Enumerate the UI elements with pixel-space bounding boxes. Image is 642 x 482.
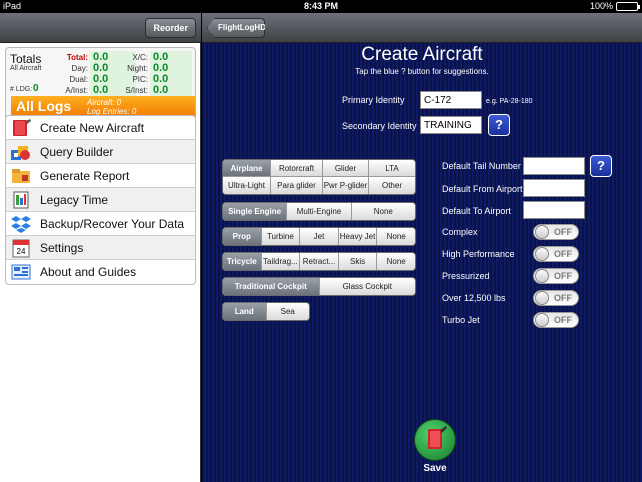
cockpit-glass[interactable]: Glass Cockpit (319, 278, 415, 295)
tail-number-help-button[interactable]: ? (590, 155, 612, 177)
secondary-identity-label: Secondary Identity (342, 121, 417, 131)
create-aircraft-panel: Create Aircraft Tap the blue ? button fo… (202, 43, 642, 482)
category-lta[interactable]: LTA (369, 160, 415, 177)
save-button[interactable] (414, 419, 456, 461)
totals-subtitle: All Aircraft (10, 65, 42, 72)
default-from-airport-input[interactable] (523, 179, 585, 197)
secondary-identity-help-button[interactable]: ? (488, 114, 510, 136)
category-paraglider[interactable]: Para glider (271, 177, 323, 194)
report-icon (10, 166, 32, 186)
engine-type-turbine[interactable]: Turbine (261, 228, 301, 245)
all-logs-title: All Logs (16, 98, 72, 114)
engine-type-prop[interactable]: Prop (223, 228, 262, 245)
category-airplane[interactable]: Airplane (223, 160, 271, 177)
complex-label: Complex (442, 227, 478, 237)
menu-item-legacy-time[interactable]: Legacy Time (6, 188, 195, 212)
menu-item-create-new-aircraft[interactable]: Create New Aircraft (6, 116, 195, 140)
page-subtitle: Tap the blue ? button for suggestions. (355, 67, 489, 76)
engine-type-jet[interactable]: Jet (300, 228, 339, 245)
high-performance-label: High Performance (442, 249, 515, 259)
battery-icon (616, 1, 640, 11)
svg-text:24: 24 (17, 247, 26, 256)
engine-multi[interactable]: Multi-Engine (287, 203, 352, 220)
battery-percent: 100% (589, 1, 613, 11)
turbo-jet-toggle[interactable]: OFF (533, 312, 579, 328)
totals-title: Totals (10, 52, 42, 66)
engine-type-none[interactable]: None (377, 228, 415, 245)
cockpit-traditional[interactable]: Traditional Cockpit (223, 278, 320, 295)
logbook-icon (428, 426, 447, 449)
guide-icon (10, 262, 32, 282)
surface-sea[interactable]: Sea (266, 303, 309, 320)
left-nav-bar: Reorder (0, 13, 201, 43)
category-other[interactable]: Other (369, 177, 415, 194)
gear-segment: Tricycle Taildrag... Retract... Skis Non… (222, 252, 416, 271)
over-12500-label: Over 12,500 lbs (442, 293, 506, 303)
aircraft-count: Aircraft: 0 (87, 98, 122, 107)
secondary-identity-input[interactable] (420, 116, 482, 134)
menu-item-generate-report[interactable]: Generate Report (6, 164, 195, 188)
pressurized-toggle[interactable]: OFF (533, 268, 579, 284)
category-rotorcraft[interactable]: Rotorcraft (271, 160, 323, 177)
pressurized-label: Pressurized (442, 271, 490, 281)
engine-type-segment: Prop Turbine Jet Heavy Jet None (222, 227, 416, 246)
primary-identity-label: Primary Identity (342, 95, 405, 105)
engine-type-heavy-jet[interactable]: Heavy Jet (338, 228, 378, 245)
menu-item-query-builder[interactable]: Query Builder (6, 140, 195, 164)
status-bar: iPad 8:43 PM 100% (0, 0, 642, 13)
engine-count-segment: Single Engine Multi-Engine None (222, 202, 416, 221)
dropbox-icon (10, 214, 32, 234)
menu-item-backup-recover[interactable]: Backup/Recover Your Data (6, 212, 195, 236)
legacy-time-icon (10, 190, 32, 210)
high-performance-toggle[interactable]: OFF (533, 246, 579, 262)
default-to-airport-input[interactable] (523, 201, 585, 219)
gear-none[interactable]: None (377, 253, 415, 270)
category-ultralight[interactable]: Ultra-Light (223, 177, 271, 194)
default-tail-number-label: Default Tail Number (442, 161, 521, 171)
over-12500-toggle[interactable]: OFF (533, 290, 579, 306)
gear-retractable[interactable]: Retract... (300, 253, 339, 270)
primary-identity-hint: e.g. PA-28-180 (486, 98, 533, 105)
complex-toggle[interactable]: OFF (533, 224, 579, 240)
page-title: Create Aircraft (361, 44, 483, 65)
cockpit-segment: Traditional Cockpit Glass Cockpit (222, 277, 416, 296)
app-screen: iPad 8:43 PM 100% Reorder Totals All Air… (0, 0, 642, 482)
menu-item-settings[interactable]: 24 Settings (6, 236, 195, 260)
category-powered-paraglider[interactable]: Pwr P-glider (323, 177, 369, 194)
left-panel: Totals All Aircraft # LDG: 0 Total: 0.0 X… (0, 43, 201, 482)
reorder-button[interactable]: Reorder (145, 18, 196, 38)
book-icon (10, 118, 32, 138)
category-glider[interactable]: Glider (323, 160, 369, 177)
default-tail-number-input[interactable] (523, 157, 585, 175)
default-to-airport-label: Default To Airport (442, 206, 511, 216)
gear-taildragger[interactable]: Taildrag... (261, 253, 301, 270)
clock: 8:43 PM (303, 1, 338, 11)
landings-label: # LDG: (10, 86, 33, 93)
turbo-jet-label: Turbo Jet (442, 315, 480, 325)
default-from-airport-label: Default From Airport (442, 184, 523, 194)
gear-skis[interactable]: Skis (338, 253, 378, 270)
back-button[interactable]: FlightLogHD (207, 18, 265, 38)
primary-identity-input[interactable] (420, 91, 482, 109)
calendar-icon: 24 (10, 238, 32, 258)
landings-value: 0 (33, 83, 39, 94)
surface-segment: Land Sea (222, 302, 310, 321)
surface-land[interactable]: Land (223, 303, 267, 320)
main-menu: Create New Aircraft Query Builder Genera… (5, 115, 196, 285)
engine-none[interactable]: None (351, 203, 415, 220)
menu-item-about-guides[interactable]: About and Guides (6, 260, 195, 284)
right-nav-bar: FlightLogHD (202, 13, 642, 43)
query-builder-icon (10, 142, 32, 162)
category-segment: Airplane Rotorcraft Glider LTA Ultra-Lig… (222, 159, 416, 195)
gear-tricycle[interactable]: Tricycle (223, 253, 262, 270)
engine-single[interactable]: Single Engine (223, 203, 288, 220)
save-label: Save (423, 463, 447, 474)
